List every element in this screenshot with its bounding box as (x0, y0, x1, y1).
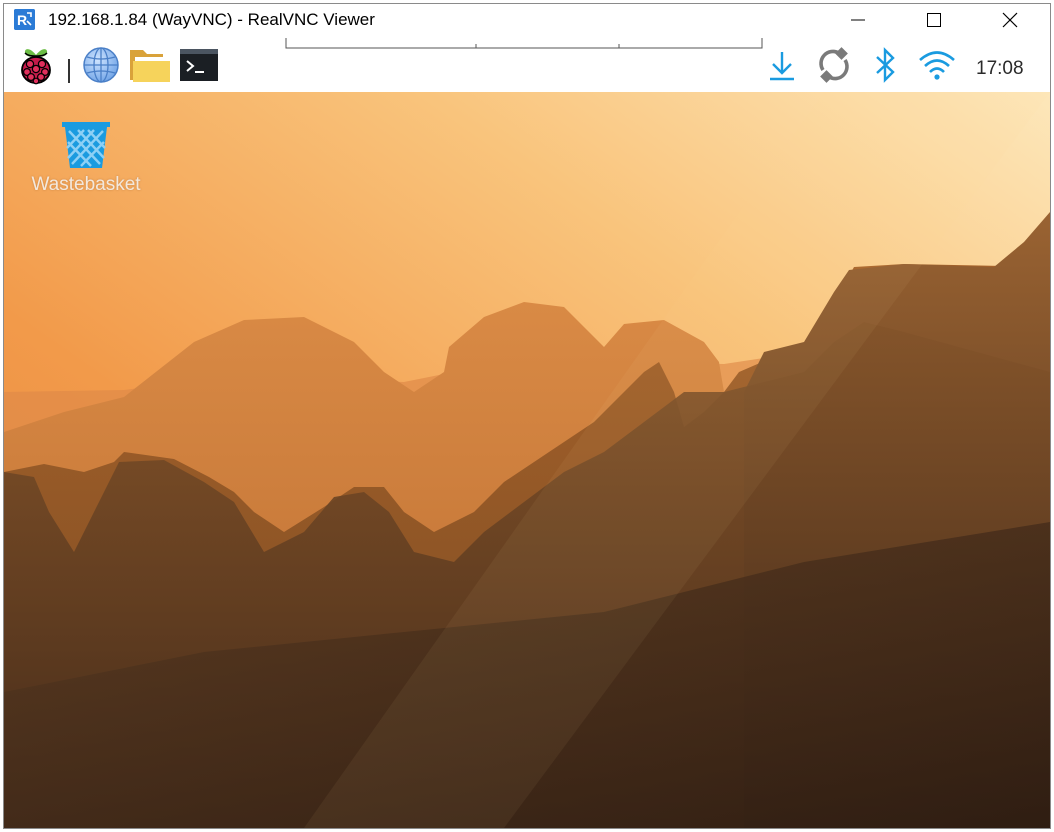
web-browser-launcher[interactable] (80, 44, 122, 86)
desktop-wallpaper[interactable]: Wastebasket (4, 92, 1050, 828)
folder-icon (130, 50, 170, 82)
vnc-connection-icon (819, 47, 849, 83)
file-manager-launcher[interactable] (128, 44, 172, 86)
wastebasket-icon (62, 122, 110, 168)
taskbar-panel: 17:08 (4, 36, 1050, 92)
viewer-toolbar-handle[interactable] (284, 38, 764, 50)
terminal-launcher[interactable] (178, 44, 220, 86)
download-icon (770, 52, 794, 81)
launcher-separator (68, 59, 70, 83)
globe-icon (83, 47, 119, 83)
vnc-tray-button[interactable] (812, 44, 856, 86)
maximize-button[interactable] (896, 4, 972, 36)
minimize-button[interactable] (820, 4, 896, 36)
vnc-viewer-window: R 192.168.1.84 (WayVNC) - RealVNC Viewer (3, 3, 1051, 829)
wastebasket-desktop-icon[interactable]: Wastebasket (24, 112, 148, 202)
wifi-icon (919, 51, 955, 80)
wifi-tray-button[interactable] (914, 44, 960, 86)
raspberry-pi-icon (21, 49, 51, 85)
window-title: 192.168.1.84 (WayVNC) - RealVNC Viewer (48, 10, 375, 29)
bluetooth-icon (876, 47, 895, 83)
desktop-icon-label: Wastebasket (31, 174, 141, 195)
maximize-icon (927, 13, 941, 27)
svg-text:R: R (17, 12, 27, 28)
terminal-icon (180, 49, 218, 81)
wallpaper-canyon-image (4, 92, 1050, 828)
remote-desktop[interactable]: 17:08 Wastebasket (4, 36, 1050, 828)
realvnc-logo-icon[interactable]: R (14, 9, 35, 30)
close-button[interactable] (972, 4, 1048, 36)
panel-clock[interactable]: 17:08 (976, 58, 1024, 80)
raspberry-menu-button[interactable] (16, 44, 56, 86)
close-icon (1002, 12, 1018, 28)
updates-tray-button[interactable] (762, 44, 802, 86)
minimize-icon (851, 19, 865, 21)
title-bar[interactable]: R 192.168.1.84 (WayVNC) - RealVNC Viewer (4, 4, 1050, 36)
bluetooth-tray-button[interactable] (868, 44, 902, 86)
